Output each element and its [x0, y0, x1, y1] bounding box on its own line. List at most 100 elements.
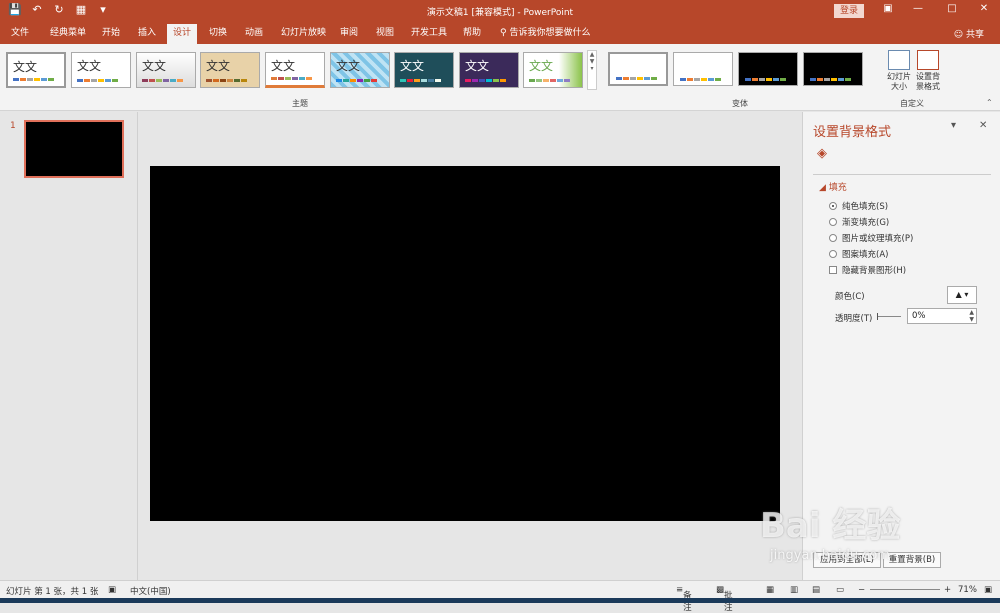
hide-background-option[interactable]: 隐藏背景图形(H)	[829, 264, 906, 276]
transparency-slider[interactable]	[877, 313, 901, 320]
pattern-fill-option[interactable]: 图案填充(A)	[829, 248, 888, 260]
theme-preview-text: 文文	[142, 59, 167, 73]
tab-home[interactable]: 开始	[102, 26, 120, 44]
maximize-icon[interactable]: □	[944, 3, 960, 14]
theme-8[interactable]: 文文	[459, 52, 519, 88]
transparency-label: 透明度(T)	[835, 314, 873, 324]
tab-classic-menu[interactable]: 经典菜单	[50, 26, 86, 44]
apply-to-all-button[interactable]: 应用到全部(L)	[813, 552, 881, 568]
login-button[interactable]: 登录	[834, 4, 864, 18]
pane-options-icon[interactable]: ▾	[951, 120, 956, 131]
slide-editor-area	[138, 112, 802, 580]
theme-4[interactable]: 文文	[200, 52, 260, 88]
zoom-out-icon[interactable]: −	[858, 585, 865, 595]
theme-preview-text: 文文	[206, 59, 231, 73]
slide-size-icon	[888, 50, 910, 70]
theme-5[interactable]: 文文	[265, 52, 325, 88]
share-button[interactable]: ☺ 共享	[954, 27, 984, 40]
ribbon-display-options-icon[interactable]: ▣	[880, 3, 896, 14]
color-picker-button[interactable]: ▲ ▾	[947, 286, 977, 304]
slide-size-label: 幻灯片 大小	[887, 72, 911, 91]
theme-3[interactable]: 文文	[136, 52, 196, 88]
normal-view-icon[interactable]: ▦	[766, 585, 774, 595]
variant-3[interactable]	[738, 52, 798, 86]
theme-preview-text: 文文	[271, 59, 296, 73]
picture-fill-label: 图片或纹理填充(P)	[842, 234, 914, 244]
collapse-triangle-icon: ◢	[819, 183, 826, 193]
fit-to-window-icon[interactable]: ▣	[984, 585, 992, 595]
pane-title: 设置背景格式	[813, 125, 892, 140]
theme-preview-text: 文文	[400, 59, 425, 73]
variant-1[interactable]	[608, 52, 668, 86]
theme-preview-text: 文文	[529, 59, 554, 73]
tab-review[interactable]: 审阅	[340, 26, 358, 44]
os-taskbar	[0, 598, 1000, 603]
hide-background-label: 隐藏背景图形(H)	[842, 266, 907, 276]
picture-fill-option[interactable]: 图片或纹理填充(P)	[829, 232, 913, 244]
solid-fill-label: 纯色填充(S)	[842, 202, 889, 212]
radio-pattern-fill[interactable]	[829, 250, 837, 258]
custom-group-label: 自定义	[900, 99, 924, 108]
theme-preview-text: 文文	[77, 59, 102, 73]
transparency-spinner[interactable]: 0% ▲ ▼	[907, 308, 977, 324]
slide-thumbnails-pane: 1	[0, 112, 138, 580]
tab-help[interactable]: 帮助	[463, 26, 481, 44]
format-background-icon	[917, 50, 939, 70]
reading-view-icon[interactable]: ▤	[812, 585, 820, 595]
slide-number: 1	[10, 121, 16, 131]
tab-view[interactable]: 视图	[376, 26, 394, 44]
minimize-icon[interactable]: —	[910, 3, 926, 14]
hide-background-checkbox[interactable]	[829, 266, 837, 274]
radio-solid-fill[interactable]	[829, 202, 837, 210]
gradient-fill-label: 渐变填充(G)	[842, 218, 890, 228]
slide-thumbnail[interactable]	[24, 120, 124, 178]
user-icon: ☺	[953, 30, 964, 40]
theme-preview-text: 文文	[13, 60, 38, 74]
theme-6[interactable]: 文文	[330, 52, 390, 88]
tab-developer[interactable]: 开发工具	[411, 26, 447, 44]
status-bar: 幻灯片 第 1 张，共 1 张 ▣ 中文(中国) ≡ 备注 ▩ 批注 ▦ ▥ ▤…	[0, 580, 1000, 613]
reset-background-button[interactable]: 重置背景(B)	[883, 552, 941, 568]
tab-transitions[interactable]: 切换	[209, 26, 227, 44]
spellcheck-icon[interactable]: ▣	[108, 585, 116, 595]
variant-4[interactable]	[803, 52, 863, 86]
spinner-arrows-icon[interactable]: ▲ ▼	[969, 309, 974, 323]
zoom-level[interactable]: 71%	[958, 585, 977, 595]
variant-2[interactable]	[673, 52, 733, 86]
radio-picture-fill[interactable]	[829, 234, 837, 242]
comments-button[interactable]: ▩ 批注	[716, 585, 733, 613]
slide-sorter-icon[interactable]: ▥	[790, 585, 798, 595]
tab-animations[interactable]: 动画	[245, 26, 263, 44]
theme-office[interactable]: 文文	[6, 52, 66, 88]
language-indicator[interactable]: 中文(中国)	[130, 585, 171, 597]
format-background-button[interactable]: 设置背 景格式	[912, 50, 944, 92]
tab-file[interactable]: 文件	[11, 26, 29, 44]
fill-section-header[interactable]: ◢ 填充	[819, 180, 847, 193]
zoom-in-icon[interactable]: +	[944, 585, 951, 595]
slideshow-icon[interactable]: ▭	[836, 585, 844, 595]
themes-gallery-scroll[interactable]: ▲ ▼ ▾	[587, 50, 597, 90]
tab-design[interactable]: 设计	[167, 24, 198, 44]
tab-slideshow[interactable]: 幻灯片放映	[281, 26, 326, 44]
fill-section-label: 填充	[828, 183, 847, 193]
gradient-fill-option[interactable]: 渐变填充(G)	[829, 216, 889, 228]
themes-group-label: 主题	[292, 99, 308, 108]
pane-divider	[813, 174, 991, 175]
radio-gradient-fill[interactable]	[829, 218, 837, 226]
collapse-ribbon-icon[interactable]: ⌃	[986, 98, 993, 107]
close-icon[interactable]: ✕	[976, 3, 992, 14]
theme-9[interactable]: 文文	[523, 52, 583, 88]
theme-7[interactable]: 文文	[394, 52, 454, 88]
format-background-label: 设置背 景格式	[916, 72, 940, 91]
variants-group-label: 变体	[732, 99, 748, 108]
slide-size-button[interactable]: 幻灯片 大小	[883, 50, 915, 92]
fill-bucket-icon[interactable]: ◈	[817, 146, 833, 162]
zoom-slider[interactable]	[870, 589, 940, 590]
slide-canvas[interactable]	[150, 166, 780, 521]
tab-insert[interactable]: 插入	[138, 26, 156, 44]
theme-2[interactable]: 文文	[71, 52, 131, 88]
notes-button[interactable]: ≡ 备注	[676, 585, 692, 613]
pane-close-icon[interactable]: ✕	[979, 120, 987, 131]
tell-me-search[interactable]: ⚲ 告诉我你想要做什么	[500, 26, 590, 44]
solid-fill-option[interactable]: 纯色填充(S)	[829, 200, 888, 212]
